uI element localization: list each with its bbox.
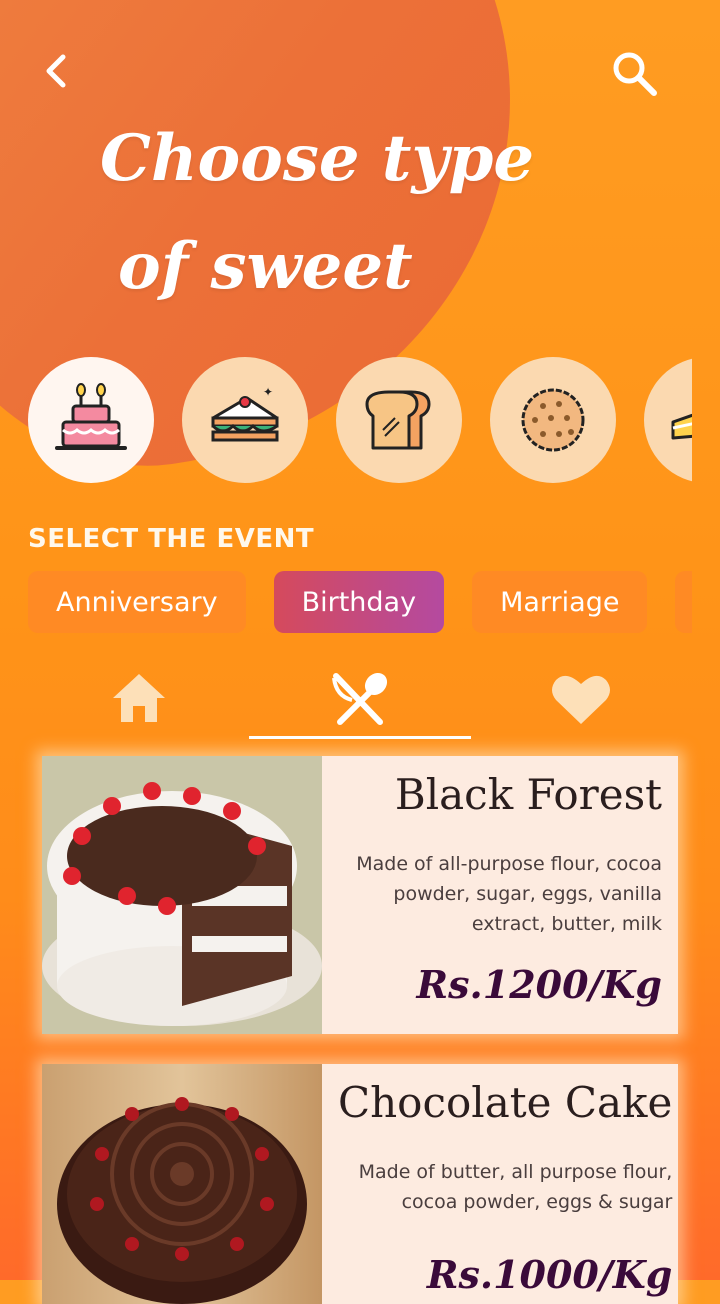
utensils-icon: [332, 672, 388, 725]
bread-icon: [365, 390, 431, 450]
event-chip-partial[interactable]: P: [675, 571, 692, 633]
category-list: ✦: [28, 357, 692, 483]
product-image: [42, 756, 322, 1034]
home-icon: [113, 674, 165, 722]
product-card[interactable]: Black Forest Made of all-purpose flour, …: [42, 756, 678, 1034]
event-section-label: SELECT THE EVENT: [28, 524, 315, 554]
tab-home[interactable]: [28, 660, 250, 736]
category-bread[interactable]: [336, 357, 462, 483]
chevron-left-icon: [46, 54, 66, 88]
category-pastry[interactable]: [644, 357, 692, 483]
page-title: Choose type of sweet: [100, 105, 560, 321]
product-image: [42, 1064, 322, 1304]
svg-text:✦: ✦: [263, 385, 273, 399]
tab-menu[interactable]: [249, 660, 471, 739]
product-price: Rs.1200/Kg: [416, 962, 662, 1007]
category-cookie[interactable]: [490, 357, 616, 483]
category-sandwich[interactable]: ✦: [182, 357, 308, 483]
search-icon: [613, 52, 657, 96]
birthday-cake-icon: [55, 383, 127, 450]
event-list: Anniversary Birthday Marriage P: [28, 571, 692, 635]
event-chip-anniversary[interactable]: Anniversary: [28, 571, 246, 633]
product-info: Chocolate Cake Made of butter, all purpo…: [322, 1064, 678, 1304]
product-info: Black Forest Made of all-purpose flour, …: [322, 756, 678, 1034]
title-line-2: of sweet: [118, 229, 413, 304]
heart-icon: [552, 675, 610, 724]
title-line-1: Choose type: [100, 121, 535, 196]
tab-bar: [28, 660, 692, 740]
product-description: Made of butter, all purpose flour, cocoa…: [358, 1161, 673, 1213]
sandwich-icon: ✦: [211, 385, 279, 442]
product-description: Made of all-purpose flour, cocoa powder,…: [356, 853, 662, 935]
event-chip-marriage[interactable]: Marriage: [472, 571, 648, 633]
product-name: Chocolate Cake: [338, 1078, 673, 1127]
search-button[interactable]: [606, 45, 662, 101]
event-chip-birthday[interactable]: Birthday: [273, 571, 445, 633]
category-cake[interactable]: [28, 357, 154, 483]
product-price: Rs.1000/Kg: [426, 1252, 673, 1297]
tab-favorites[interactable]: [470, 660, 692, 736]
cookie-icon: [521, 388, 585, 452]
product-card[interactable]: Chocolate Cake Made of butter, all purpo…: [42, 1064, 678, 1304]
product-name: Black Forest: [394, 770, 662, 819]
pastry-icon: [671, 413, 692, 440]
back-button[interactable]: [30, 45, 82, 97]
